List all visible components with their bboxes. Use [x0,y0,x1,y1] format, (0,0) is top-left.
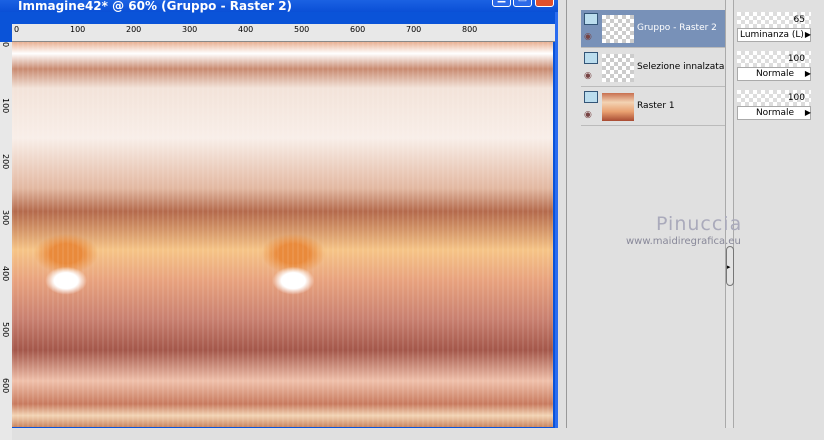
layer-thumbnail [602,93,634,121]
close-button[interactable]: ✕ [535,0,554,7]
window-title: Immagine42* @ 60% (Gruppo - Raster 2) [18,0,293,13]
ruler-label: 0 [1,42,10,48]
ruler-label: 500 [1,322,10,338]
image-canvas[interactable] [12,42,553,427]
blend-mode-select[interactable]: Normale ▶ [737,106,811,120]
layer-item[interactable]: ◉ Raster 1 [581,88,725,126]
watermark-name: Pinuccia [656,213,743,235]
title-bar[interactable]: Immagine42* @ 60% (Gruppo - Raster 2) [0,0,558,13]
watermark-url: www.maidiregrafica.eu [626,236,741,247]
eye-icon[interactable]: ◉ [584,32,592,42]
layer-type-icon [584,52,598,64]
ruler-label: 600 [1,378,10,394]
layer-item[interactable]: ◉ Gruppo - Raster 2 [581,10,725,48]
layer-item[interactable]: ◉ Selezione innalzata [581,49,725,87]
blend-mode-select[interactable]: Luminanza (L) ▶ [737,28,811,42]
ruler-label: 200 [1,154,10,170]
ruler-label: 200 [126,25,142,34]
eye-icon[interactable]: ◉ [584,71,592,81]
layer-thumbnail [602,15,634,43]
ruler-label: 400 [1,266,10,282]
minimize-button[interactable]: ▁ [492,0,511,7]
ruler-label: 600 [350,25,366,34]
horizontal-ruler: 0 100 200 300 400 500 600 700 800 [12,24,555,42]
expand-arrow-icon[interactable]: ▸ [726,246,734,286]
ruler-label: 100 [70,25,86,34]
ruler-label: 300 [1,210,10,226]
blend-mode-select[interactable]: Normale ▶ [737,67,811,81]
ruler-label: 700 [406,25,422,34]
blend-mode-value: Normale [755,69,795,79]
ruler-label: 0 [14,25,20,34]
blend-mode-value: Normale [755,108,795,118]
layer-name: Raster 1 [637,101,675,111]
opacity-slider[interactable]: 100 [737,90,811,106]
ruler-label: 100 [1,98,10,114]
opacity-slider[interactable]: 65 [737,12,811,28]
ruler-label: 500 [294,25,310,34]
vertical-ruler: 0 100 200 300 400 500 600 [0,42,12,440]
ruler-label: 300 [182,25,198,34]
ruler-label: 400 [238,25,254,34]
eye-icon[interactable]: ◉ [584,110,592,120]
layer-name: Gruppo - Raster 2 [637,23,717,33]
blend-mode-value: Luminanza (L) [740,30,804,40]
layer-type-icon [584,13,598,25]
opacity-slider[interactable]: 100 [737,51,811,67]
ruler-label: 800 [462,25,478,34]
layer-thumbnail [602,54,634,82]
layer-type-icon [584,91,598,103]
maximize-button[interactable]: □ [513,0,532,7]
layer-name: Selezione innalzata [637,62,725,72]
